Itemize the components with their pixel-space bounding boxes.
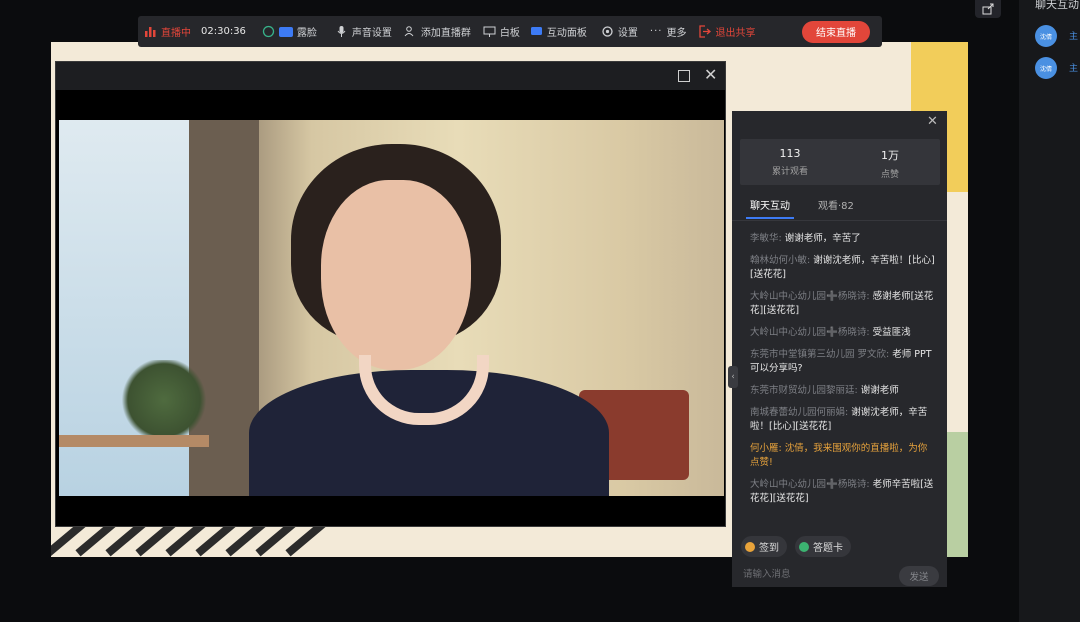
chat-message: 南城春蕾幼儿园何丽娟: 谢谢沈老师，辛苦啦！[比心][送花花]	[750, 406, 935, 434]
smile-icon	[262, 25, 275, 38]
chat-panel-icon	[530, 27, 542, 35]
toolbar-more-label: 更多	[666, 28, 687, 39]
send-button[interactable]: 发送	[899, 566, 939, 586]
chat-tabs: 聊天互动 观看·82	[732, 193, 947, 219]
close-icon[interactable]: ✕	[927, 114, 938, 129]
sidebar-item-label: 主	[1069, 32, 1079, 42]
toolbar-add-group-label: 添加直播群	[420, 28, 471, 39]
end-live-button[interactable]: 结束直播	[802, 20, 870, 43]
toolbar-more-button[interactable]: ··· 更多	[650, 24, 687, 39]
toolbar-sound-settings-button[interactable]: 声音设置	[335, 24, 392, 39]
microphone-icon	[337, 26, 346, 37]
camera-icon	[278, 26, 293, 37]
toolbar-sound-settings-label: 声音设置	[351, 28, 392, 39]
sidebar-title: 聊天互动	[1035, 0, 1079, 11]
close-icon[interactable]: ✕	[704, 65, 717, 85]
whiteboard-icon	[483, 26, 496, 37]
stat-label: 累计观看	[771, 167, 808, 177]
tab-viewers[interactable]: 观看·82	[814, 193, 858, 219]
message-user: 大岭山中心幼儿园➕杨晓诗:	[750, 479, 870, 490]
chat-message: 大岭山中心幼儿园➕杨晓诗: 老师辛苦啦[送花花][送花花]	[750, 478, 935, 506]
chat-message: 东莞市中堂镇第三幼儿园 罗文欣: 老师 PPT可以分享吗?	[750, 348, 935, 376]
quiz-card-label: 答题卡	[813, 543, 843, 554]
tab-chat[interactable]: 聊天互动	[746, 193, 794, 219]
message-user: 南城春蕾幼儿园何丽娟:	[750, 407, 849, 418]
message-user: 大岭山中心幼儿园➕杨晓诗:	[750, 291, 870, 302]
quiz-card-icon	[799, 541, 809, 552]
live-status-label: 直播中	[161, 28, 191, 39]
checkin-button[interactable]: 签到	[741, 536, 787, 557]
stat-likes: 1万 点赞	[840, 139, 940, 185]
sidebar-item-label: 主	[1069, 64, 1079, 74]
toolbar-whiteboard-button[interactable]: 白板	[483, 24, 520, 39]
maximize-icon[interactable]	[678, 70, 690, 82]
message-user: 东莞市财贸幼儿园黎丽廷:	[750, 385, 858, 396]
avatar[interactable]: 沈倩	[1035, 25, 1057, 47]
chat-message: 翰林幼何小敏: 谢谢沈老师，辛苦啦！[比心][送花花]	[750, 254, 935, 282]
side-table	[59, 435, 209, 447]
toolbar-interaction-panel-button[interactable]: 互动面板	[530, 24, 587, 39]
quiz-card-button[interactable]: 答题卡	[795, 536, 851, 557]
checkin-icon	[745, 541, 755, 552]
interaction-panel: ✕ 113 累计观看 1万 点赞 聊天互动 观看·82 李敏华: 谢谢老师，辛苦…	[728, 111, 947, 587]
checkin-label: 签到	[759, 543, 779, 554]
chat-message-highlighted: 何小雁: 沈倩，我来围观你的直播啦，为你点赞!	[750, 442, 935, 470]
toolbar-camera-label: 露脸	[296, 28, 317, 39]
message-user: 何小雁:	[750, 443, 782, 454]
message-user: 李敏华:	[750, 233, 782, 244]
live-timer: 02:30:36	[201, 26, 246, 37]
live-bars-icon	[145, 27, 156, 37]
toolbar-whiteboard-label: 白板	[499, 28, 520, 39]
chat-message: 大岭山中心幼儿园➕杨晓诗: 受益匪浅	[750, 326, 935, 340]
tabs-divider	[732, 220, 947, 221]
person-face	[321, 180, 471, 370]
gear-icon	[602, 26, 613, 37]
message-text: 谢谢老师	[860, 385, 899, 396]
message-user: 东莞市中堂镇第三幼儿园 罗文欣:	[750, 349, 890, 360]
message-text: 受益匪浅	[872, 327, 911, 338]
camera-window: ✕	[55, 61, 726, 527]
stats-box: 113 累计观看 1万 点赞	[740, 139, 940, 185]
exit-share-button[interactable]: 退出共享	[698, 24, 755, 39]
group-add-icon	[404, 26, 414, 37]
more-icon: ···	[649, 26, 663, 37]
panel-collapse-handle[interactable]: ‹	[728, 366, 738, 388]
chat-actions: 签到 答题卡	[741, 536, 851, 557]
stat-value: 113	[779, 147, 801, 160]
share-arrow-icon	[982, 3, 994, 15]
chat-message-input[interactable]: 请输入消息	[743, 566, 791, 580]
message-user: 翰林幼何小敏:	[750, 255, 811, 266]
chat-message: 大岭山中心幼儿园➕杨晓诗: 感谢老师[送花花][送花花]	[750, 290, 935, 318]
message-text: 谢谢老师，辛苦了	[784, 233, 861, 244]
toolbar-add-group-button[interactable]: 添加直播群	[404, 24, 471, 39]
avatar[interactable]: 沈倩	[1035, 57, 1057, 79]
stat-value: 1万	[881, 149, 899, 162]
chat-message-list: 李敏华: 谢谢老师，辛苦了 翰林幼何小敏: 谢谢沈老师，辛苦啦！[比心][送花花…	[750, 232, 935, 514]
exit-icon	[699, 25, 712, 38]
share-window-icon[interactable]	[975, 0, 1001, 18]
plant	[119, 360, 209, 440]
right-sidebar: 聊天互动 沈倩 主 沈倩 主	[1019, 0, 1080, 622]
live-toolbar: 直播中 02:30:36 露脸 声音设置 添加直播群 白板 互动面板 设置 ··…	[138, 16, 882, 47]
live-status: 直播中	[144, 24, 191, 39]
toolbar-settings-label: 设置	[617, 28, 638, 39]
stat-total-views: 113 累计观看	[740, 139, 840, 185]
exit-share-label: 退出共享	[715, 28, 756, 39]
stat-label: 点赞	[880, 170, 899, 180]
toolbar-settings-button[interactable]: 设置	[601, 24, 638, 39]
chat-message: 李敏华: 谢谢老师，辛苦了	[750, 232, 935, 246]
camera-video-feed	[59, 120, 724, 496]
camera-window-titlebar: ✕	[56, 62, 725, 90]
message-user: 大岭山中心幼儿园➕杨晓诗:	[750, 327, 870, 338]
toolbar-camera-button[interactable]: 露脸	[262, 24, 317, 39]
chat-message: 东莞市财贸幼儿园黎丽廷: 谢谢老师	[750, 384, 935, 398]
toolbar-interaction-panel-label: 互动面板	[546, 28, 587, 39]
